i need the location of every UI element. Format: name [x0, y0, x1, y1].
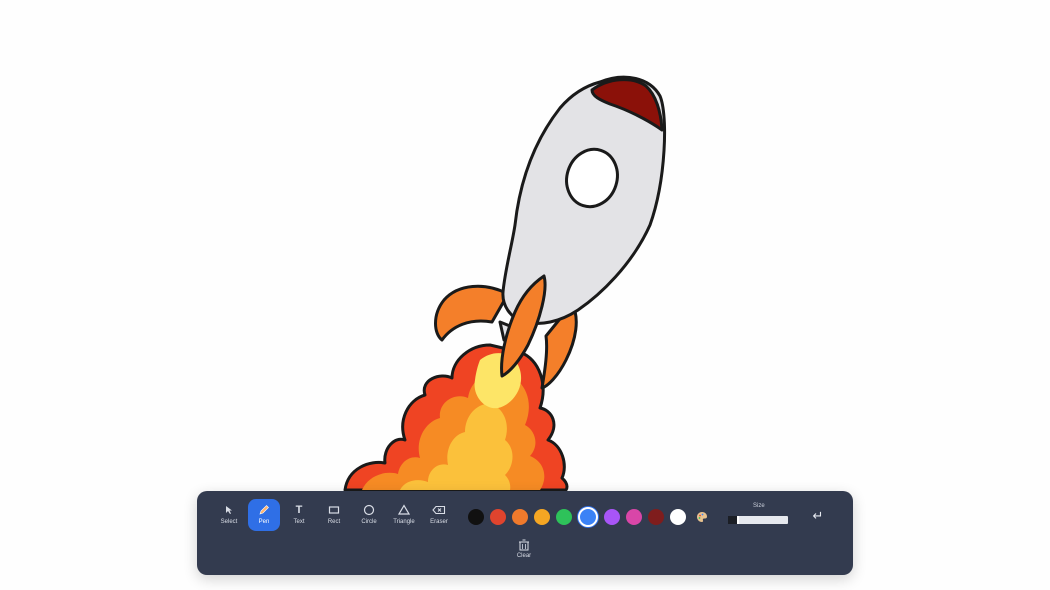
tool-label: Select — [220, 519, 238, 525]
color-swatch[interactable] — [556, 509, 572, 525]
tool-label: Circle — [361, 519, 377, 525]
triangle-icon — [397, 504, 411, 516]
tool-label: Triangle — [393, 519, 415, 525]
trash-icon — [519, 539, 529, 551]
color-swatches — [468, 507, 710, 527]
color-swatch[interactable] — [604, 509, 620, 525]
tool-label: Text — [293, 519, 305, 525]
rectangle-icon — [327, 504, 341, 516]
left-fin — [434, 284, 510, 342]
size-control: Size — [728, 503, 790, 527]
size-label: Size — [753, 503, 765, 509]
tool-text-button[interactable]: T Text — [283, 499, 315, 531]
tool-label: Eraser — [430, 519, 448, 525]
color-swatch[interactable] — [648, 509, 664, 525]
color-swatch[interactable] — [578, 507, 598, 527]
clear-label: Clear — [516, 553, 532, 559]
tool-circle-button[interactable]: Circle — [353, 499, 385, 531]
size-slider[interactable] — [728, 516, 788, 524]
circle-icon — [362, 504, 376, 516]
color-swatch[interactable] — [468, 509, 484, 525]
color-swatch[interactable] — [512, 509, 528, 525]
text-icon: T — [295, 504, 303, 516]
undo-icon[interactable]: ↵ — [809, 507, 827, 525]
tool-triangle-button[interactable]: Triangle — [388, 499, 420, 531]
palette-icon[interactable] — [694, 509, 710, 525]
clear-button[interactable]: Clear — [508, 539, 540, 569]
color-swatch[interactable] — [626, 509, 642, 525]
color-swatch[interactable] — [534, 509, 550, 525]
tool-label: Pen — [258, 519, 270, 525]
tool-eraser-button[interactable]: Eraser — [423, 499, 455, 531]
tool-label: Rect — [327, 519, 341, 525]
cursor-icon — [222, 504, 236, 516]
drawing-toolbar: Select Pen T Text Rect Circle Triangle Eraser S… — [197, 491, 853, 575]
eraser-icon — [432, 504, 446, 516]
tool-select-button[interactable]: Select — [213, 499, 245, 531]
pen-icon — [257, 504, 271, 516]
color-swatch[interactable] — [670, 509, 686, 525]
tool-pen-button[interactable]: Pen — [248, 499, 280, 531]
tool-rect-button[interactable]: Rect — [318, 499, 350, 531]
tool-group: Select Pen T Text Rect Circle Triangle Eraser — [213, 499, 455, 531]
color-swatch[interactable] — [490, 509, 506, 525]
size-slider-fill — [728, 516, 739, 524]
